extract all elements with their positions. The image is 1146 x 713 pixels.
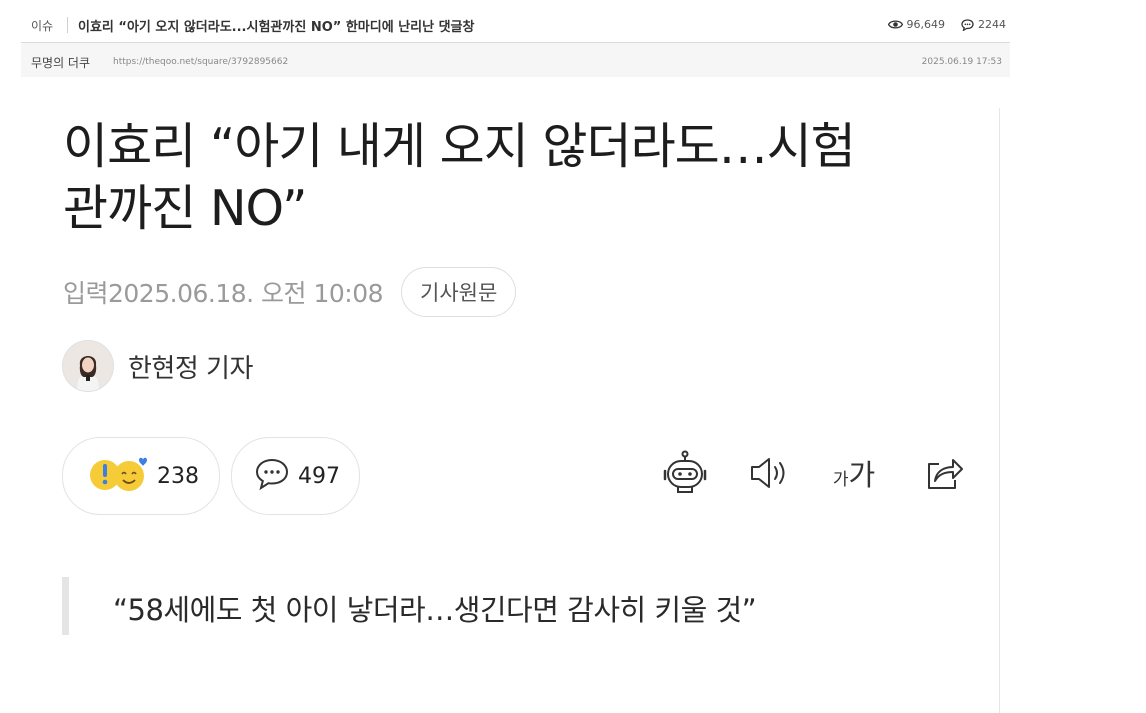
reaction-count: 238 <box>157 463 199 489</box>
read-aloud-button[interactable] <box>747 450 791 500</box>
post-title-row: 이슈 이효리 “아기 오지 않더라도...시험관까진 NO” 한마디에 난리난 … <box>21 0 1010 43</box>
eye-icon <box>887 19 903 30</box>
robot-icon <box>661 450 709 500</box>
share-icon <box>923 454 965 496</box>
author-name: 무명의 더쿠 <box>31 56 91 70</box>
summary-button[interactable] <box>659 450 711 500</box>
avatar <box>62 340 114 392</box>
font-size-small-label: 가 <box>832 470 849 490</box>
article-headline: 이효리 “아기 내게 오지 않더라도…시험 관까진 NO” <box>63 116 963 240</box>
reaction-emoji-icon <box>87 454 149 498</box>
post-meta-row: 무명의 더쿠 https://theqoo.net/square/3792895… <box>21 43 1010 77</box>
article-subheadline: “58세에도 첫 아이 낳더라…생긴다면 감사히 키울 것” <box>113 593 757 627</box>
category-label[interactable]: 이슈 <box>31 17 53 34</box>
font-size-icon: 가가 <box>833 460 875 490</box>
post-date: 2025.06.19 17:53 <box>921 57 1002 67</box>
comment-count: 2244 <box>978 18 1006 31</box>
content-divider <box>999 108 1000 713</box>
post-title[interactable]: 이효리 “아기 오지 않더라도...시험관까진 NO” 한마디에 난리난 댓글창 <box>78 16 474 35</box>
share-button[interactable] <box>921 450 967 500</box>
publish-date: 입력2025.06.18. 오전 10:08 <box>63 279 384 308</box>
post-stats: 96,649 2244 <box>887 18 1006 31</box>
post-header: 이슈 이효리 “아기 오지 않더라도...시험관까진 NO” 한마디에 난리난 … <box>21 0 1010 77</box>
original-article-button[interactable]: 기사원문 <box>401 267 517 317</box>
font-size-button[interactable]: 가가 <box>829 450 879 500</box>
comment-button[interactable]: 497 <box>231 437 360 515</box>
quote-bar <box>62 577 69 635</box>
comment-count-article: 497 <box>298 463 340 489</box>
article-tools: 가가 <box>655 450 975 500</box>
speech-bubble-icon <box>961 18 974 31</box>
reaction-button[interactable]: 238 <box>62 437 220 515</box>
speaker-icon <box>748 455 790 495</box>
reporter-info[interactable]: 한현정 기자 <box>62 340 253 392</box>
view-count: 96,649 <box>906 18 946 31</box>
post-url[interactable]: https://theqoo.net/square/3792895662 <box>113 57 288 67</box>
divider <box>67 17 68 33</box>
font-size-large-label: 가 <box>848 458 876 492</box>
reporter-name: 한현정 기자 <box>128 353 253 384</box>
publish-row: 입력2025.06.18. 오전 10:08 기사원문 <box>63 266 517 318</box>
headline-line-1: 이효리 “아기 내게 오지 않더라도…시험 <box>63 118 856 175</box>
comment-bubble-icon <box>254 457 290 495</box>
headline-line-2: 관까진 NO” <box>63 180 308 237</box>
